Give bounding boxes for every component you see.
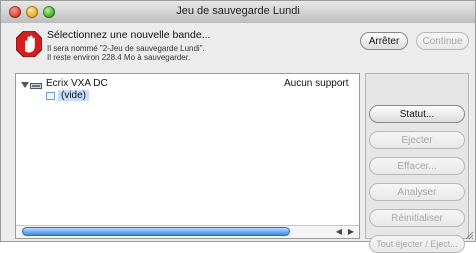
title-bar[interactable]: Jeu de sauvegarde Lundi (1, 1, 475, 24)
tape-drive-icon (30, 83, 42, 89)
drive-name[interactable]: Ecrix VXA DC (46, 78, 108, 89)
scroll-thumb[interactable] (22, 227, 290, 236)
eject-all-button[interactable]: Tout éjecter / Eject... (369, 235, 465, 253)
reset-button[interactable]: Réinitialiser (369, 209, 465, 227)
eject-button[interactable]: Ejecter (369, 131, 465, 149)
device-list[interactable]: Ecrix VXA DC Aucun support (vide) ◀ ▶ (15, 73, 360, 239)
resize-grip-icon[interactable] (464, 230, 474, 240)
scroll-right-arrow[interactable]: ▶ (346, 227, 356, 237)
stop-button[interactable]: Arrêter (360, 32, 408, 50)
window-title: Jeu de sauvegarde Lundi (176, 5, 300, 17)
message-line-1: Il sera nommé "2-Jeu de sauvegarde Lundi… (47, 44, 205, 53)
stop-hand-icon (16, 31, 42, 57)
empty-tape-icon (46, 92, 55, 100)
actions-panel: Statut... Ejecter Effacer... Analyser Ré… (365, 73, 469, 253)
horizontal-scrollbar[interactable]: ◀ ▶ (16, 225, 359, 238)
disclosure-triangle-icon[interactable] (21, 82, 29, 88)
analyze-button[interactable]: Analyser (369, 183, 465, 201)
message-title: Sélectionnez une nouvelle bande... (47, 29, 211, 41)
drive-status: Aucun support (284, 78, 349, 89)
status-button[interactable]: Statut... (369, 105, 465, 123)
erase-button[interactable]: Effacer... (369, 157, 465, 175)
scroll-left-arrow[interactable]: ◀ (334, 227, 344, 237)
message-line-2: Il reste environ 228.4 Mo à sauvegarder. (47, 53, 191, 62)
backup-window: Jeu de sauvegarde Lundi Sélectionnez une… (0, 0, 476, 253)
continue-button[interactable]: Continue (416, 32, 469, 50)
tape-slot-empty[interactable]: (vide) (58, 90, 90, 101)
window-content: Sélectionnez une nouvelle bande... Il se… (1, 23, 475, 253)
